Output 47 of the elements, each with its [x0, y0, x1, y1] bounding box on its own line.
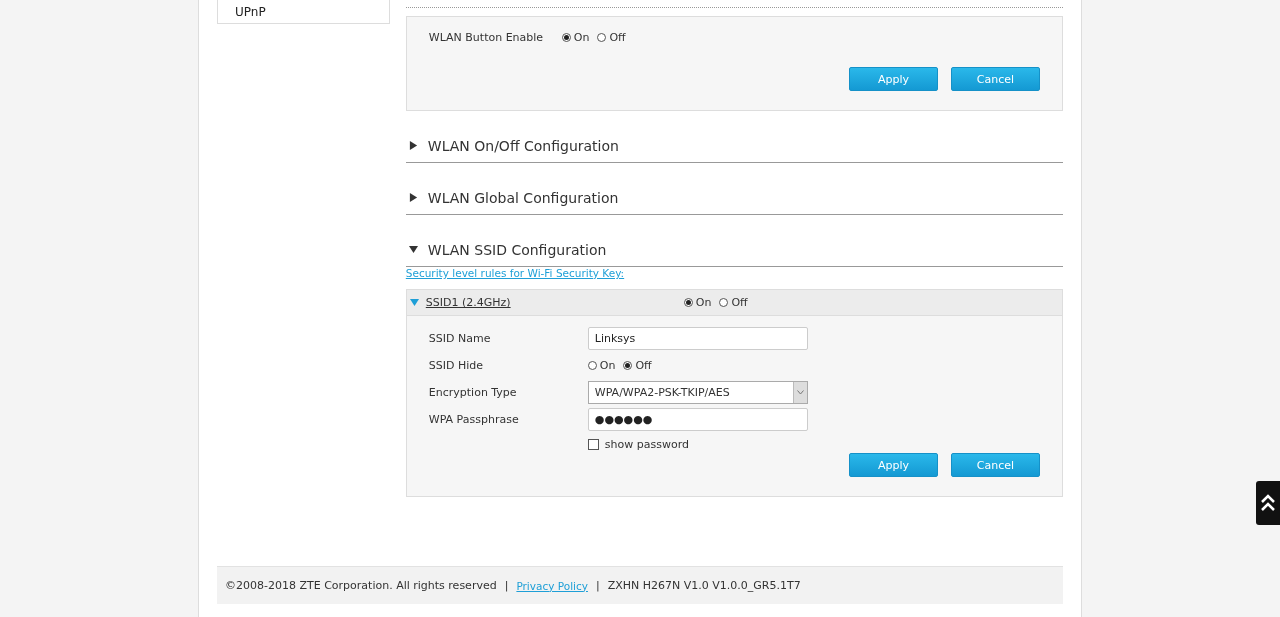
radio-label: On [695, 296, 712, 309]
section-header[interactable]: WLAN Global Configuration [405, 163, 1063, 215]
separator: | [595, 579, 600, 592]
sidebar-item[interactable]: UPnP [217, 0, 390, 24]
copyright-text: ©2008-2018 ZTE Corporation. All rights reserved [225, 579, 497, 592]
radio-button[interactable] [587, 361, 597, 370]
caret-right-icon [408, 141, 418, 150]
field-label: SSID Name [428, 332, 492, 345]
double-chevron-up-icon [1261, 494, 1275, 512]
radio-button[interactable] [719, 298, 729, 307]
version-text: ZXHN H267N V1.0 V1.0.0_GR5.1T7 [607, 579, 801, 592]
section-title: WLAN Global Configuration [427, 189, 619, 206]
radio-label: On [599, 359, 616, 372]
separator: | [504, 579, 509, 592]
chevron-down-icon [796, 390, 804, 395]
radio-option[interactable]: Off [597, 31, 626, 44]
radio-button[interactable] [561, 33, 571, 42]
radio-label: Off [609, 31, 626, 44]
input-field[interactable]: Linksys [587, 327, 808, 350]
ssid-title-link[interactable]: SSID1 (2.4GHz) [425, 296, 684, 309]
caret-down-icon [409, 298, 419, 307]
scroll-top-button[interactable] [1256, 481, 1280, 525]
section-header[interactable]: WLAN SSID Configuration [405, 215, 1063, 267]
field-label: Encryption Type [428, 386, 518, 399]
checkbox-label: show password [604, 438, 689, 451]
section-header[interactable]: WLAN On/Off Configuration [405, 111, 1063, 163]
radio-label: Off [731, 296, 748, 309]
radio-option[interactable]: On [683, 296, 712, 309]
radio-label: On [573, 31, 590, 44]
radio-button[interactable] [597, 33, 607, 42]
radio-option[interactable]: Off [623, 359, 652, 372]
field-label: SSID Hide [428, 359, 485, 372]
radio-button[interactable] [683, 298, 693, 307]
radio-option[interactable]: On [587, 359, 616, 372]
radio-option[interactable]: Off [719, 296, 748, 309]
radio-label: Off [635, 359, 652, 372]
field-label: WPA Passphrase [428, 413, 520, 426]
password-field[interactable]: ●●●●●● [587, 408, 808, 431]
section-title: WLAN SSID Configuration [427, 241, 607, 258]
field-label: WLAN Button Enable [428, 31, 545, 44]
caret-down-icon [408, 245, 418, 254]
section-title: WLAN On/Off Configuration [427, 137, 619, 154]
dropdown[interactable]: WPA/WPA2-PSK-TKIP/AES [587, 381, 808, 404]
radio-button[interactable] [623, 361, 633, 370]
radio-option[interactable]: On [561, 31, 590, 44]
caret-right-icon [408, 193, 418, 202]
checkbox[interactable] [587, 439, 599, 450]
